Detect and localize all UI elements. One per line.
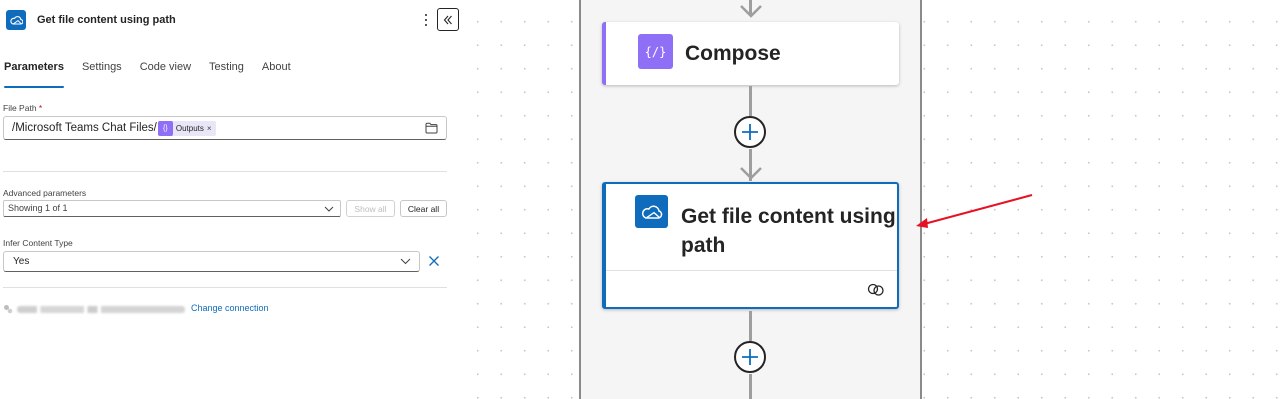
connector-arrow: [740, 5, 762, 18]
show-all-button[interactable]: Show all: [346, 200, 395, 217]
connection-account-redacted: [17, 305, 185, 313]
infer-content-type-label: Infer Content Type: [3, 238, 73, 248]
divider: [3, 171, 447, 172]
onedrive-icon: [635, 195, 668, 228]
add-icon: [742, 124, 758, 140]
token-label: Outputs: [175, 123, 204, 133]
compose-icon: {/}: [638, 34, 673, 69]
panel-title: Get file content using path: [37, 14, 176, 26]
panel-header: Get file content using path: [0, 0, 462, 40]
tab-code-view[interactable]: Code view: [140, 61, 191, 81]
file-path-label-text: File Path: [3, 103, 37, 113]
advanced-parameters-value: Showing 1 of 1: [8, 203, 68, 213]
more-icon-dot: [425, 19, 427, 21]
tab-settings[interactable]: Settings: [82, 61, 122, 81]
infer-content-type-dropdown[interactable]: Yes: [3, 251, 420, 272]
chevron-down-icon: [324, 201, 334, 217]
connector-line: [749, 86, 752, 116]
add-icon: [742, 349, 758, 365]
file-path-input[interactable]: /Microsoft Teams Chat Files/ {} Outputs …: [3, 116, 447, 140]
close-icon[interactable]: [428, 255, 440, 269]
divider: [3, 287, 447, 288]
collapse-panel-button[interactable]: [437, 8, 459, 31]
file-path-value: /Microsoft Teams Chat Files/: [12, 122, 157, 134]
connector-line: [749, 311, 752, 341]
card-divider: [606, 270, 897, 271]
folder-icon[interactable]: [425, 122, 438, 134]
connection-icon: [4, 305, 13, 314]
chevron-down-icon: [400, 252, 411, 272]
more-icon-dot: [425, 24, 427, 26]
tab-parameters[interactable]: Parameters: [4, 61, 64, 88]
link-icon[interactable]: [867, 283, 885, 296]
connector-arrow: [740, 167, 762, 180]
change-connection-link[interactable]: Change connection: [191, 303, 269, 313]
onedrive-icon: [6, 10, 26, 30]
clear-all-button[interactable]: Clear all: [400, 200, 447, 217]
add-step-button[interactable]: [734, 116, 766, 148]
tab-about[interactable]: About: [262, 61, 291, 81]
file-path-label: File Path *: [3, 103, 42, 113]
compose-icon: {}: [157, 120, 173, 136]
annotation-arrow: [916, 194, 1033, 228]
details-panel: Get file content using path Parameters S…: [0, 0, 462, 399]
connector-line: [749, 374, 752, 399]
get-file-content-action-card[interactable]: Get file content using path: [602, 182, 899, 309]
more-icon-dot: [425, 14, 427, 16]
token-remove-button[interactable]: ×: [207, 124, 212, 133]
tab-testing[interactable]: Testing: [209, 61, 244, 81]
connection-info: [3, 303, 185, 315]
add-step-button[interactable]: [734, 341, 766, 373]
more-options-button[interactable]: [421, 11, 431, 29]
infer-content-type-value: Yes: [13, 256, 30, 267]
compose-title: Compose: [685, 42, 781, 65]
advanced-parameters-label: Advanced parameters: [3, 188, 87, 198]
required-mark: *: [38, 103, 43, 113]
outputs-token[interactable]: {} Outputs ×: [157, 120, 216, 136]
advanced-parameters-dropdown[interactable]: Showing 1 of 1: [3, 200, 341, 217]
get-file-title: Get file content using path: [681, 205, 896, 257]
tab-list: Parameters Settings Code view Testing Ab…: [4, 61, 309, 88]
collapse-icon: [443, 15, 452, 24]
compose-action-card[interactable]: {/} Compose: [602, 22, 899, 85]
